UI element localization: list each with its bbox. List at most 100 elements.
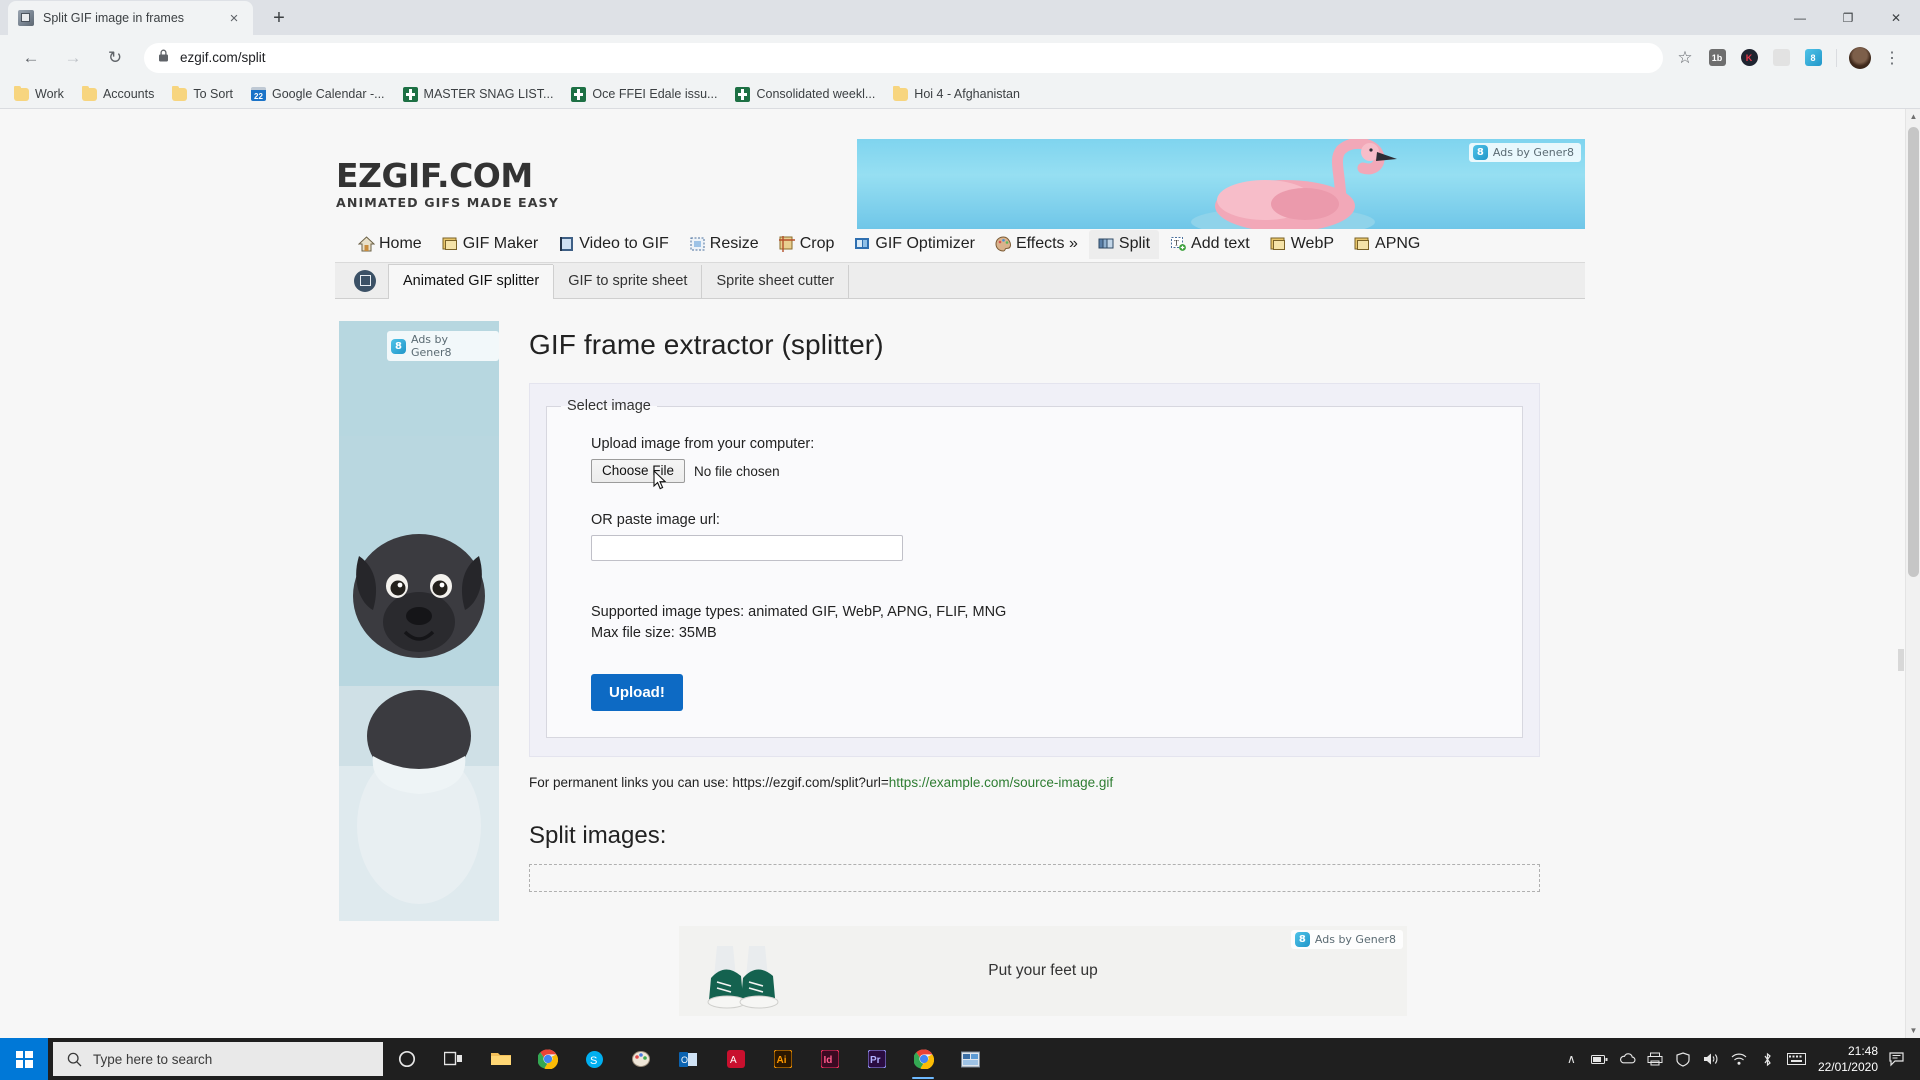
nav-label: GIF Optimizer bbox=[875, 235, 975, 253]
sidebar-ad[interactable]: 8 Ads by Gener8 bbox=[339, 321, 499, 921]
chrome-menu-icon[interactable]: ⋮ bbox=[1878, 44, 1906, 72]
nav-item-split[interactable]: Split bbox=[1089, 230, 1159, 259]
ads-badge-label: Ads by Gener8 bbox=[1315, 933, 1396, 946]
scroll-down-icon[interactable]: ▼ bbox=[1906, 1023, 1920, 1038]
forward-icon[interactable]: → bbox=[58, 43, 88, 73]
back-icon[interactable]: ← bbox=[16, 43, 46, 73]
start-button[interactable] bbox=[0, 1038, 48, 1080]
taskbar-search[interactable]: Type here to search bbox=[53, 1042, 383, 1076]
split-images-dropzone[interactable] bbox=[529, 864, 1540, 892]
ads-badge-bottom[interactable]: 8 Ads by Gener8 bbox=[1291, 930, 1403, 949]
ezgif-logo[interactable]: EZGIF.COM ANIMATED GIFS MADE EASY bbox=[336, 159, 559, 210]
reload-icon[interactable]: ↻ bbox=[100, 43, 130, 73]
extension-gener8-icon[interactable]: 8 bbox=[1799, 44, 1827, 72]
address-bar[interactable]: ezgif.com/split bbox=[144, 43, 1663, 73]
illustrator-icon[interactable]: Ai bbox=[759, 1038, 806, 1080]
bottom-ad[interactable]: Put your feet up 8 Ads by Gener8 bbox=[679, 926, 1407, 1016]
browser-toolbar: ← → ↻ ezgif.com/split ☆ 1b K 8 ⋮ bbox=[0, 35, 1920, 80]
taskbar-clock[interactable]: 21:48 22/01/2020 bbox=[1818, 1043, 1878, 1075]
folder-icon bbox=[893, 88, 908, 101]
keyboard-icon[interactable] bbox=[1787, 1051, 1807, 1068]
avatar[interactable] bbox=[1846, 44, 1874, 72]
nav-item-gif-maker[interactable]: GIF Maker bbox=[433, 230, 548, 259]
logo-wordmark: EZGIF.COM bbox=[336, 159, 559, 192]
bookmark-oce-ffei-edale[interactable]: Oce FFEI Edale issu... bbox=[563, 84, 725, 105]
subtab-sprite-sheet-cutter[interactable]: Sprite sheet cutter bbox=[701, 265, 849, 298]
cortana-icon[interactable] bbox=[383, 1038, 430, 1080]
new-tab-button[interactable]: + bbox=[265, 4, 293, 32]
nav-label: GIF Maker bbox=[463, 235, 539, 253]
nav-item-webp[interactable]: WebP bbox=[1261, 230, 1343, 259]
nav-item-resize[interactable]: Resize bbox=[680, 230, 768, 259]
window-close-button[interactable]: ✕ bbox=[1872, 0, 1920, 35]
premiere-icon[interactable]: Pr bbox=[853, 1038, 900, 1080]
file-input-row[interactable]: Choose File No file chosen bbox=[591, 459, 1478, 483]
acrobat-icon[interactable]: A bbox=[712, 1038, 759, 1080]
bookmark-to-sort[interactable]: To Sort bbox=[164, 84, 241, 104]
image-url-input[interactable] bbox=[591, 535, 903, 561]
bookmark-google-calendar[interactable]: 22 Google Calendar -... bbox=[243, 84, 393, 104]
app-icon[interactable] bbox=[947, 1038, 994, 1080]
browser-tab[interactable]: Split GIF image in frames × bbox=[8, 1, 253, 35]
nav-item-crop[interactable]: Crop bbox=[770, 230, 844, 259]
scroll-up-icon[interactable]: ▲ bbox=[1906, 109, 1920, 124]
bookmark-label: MASTER SNAG LIST... bbox=[424, 87, 554, 101]
battery-icon[interactable] bbox=[1591, 1051, 1608, 1068]
extension-k-badge: K bbox=[1741, 49, 1758, 66]
printer-icon[interactable] bbox=[1647, 1051, 1664, 1068]
network-icon[interactable] bbox=[1731, 1051, 1748, 1068]
volume-icon[interactable] bbox=[1703, 1051, 1720, 1068]
bookmark-accounts[interactable]: Accounts bbox=[74, 84, 162, 104]
nav-item-apng[interactable]: APNG bbox=[1345, 230, 1429, 259]
minimize-button[interactable]: — bbox=[1776, 0, 1824, 35]
chrome-active-icon[interactable] bbox=[900, 1038, 947, 1080]
permanent-links-example-url[interactable]: https://example.com/source-image.gif bbox=[889, 775, 1113, 790]
page-scrollbar[interactable]: ▲ ▼ bbox=[1905, 109, 1920, 1038]
bluetooth-icon[interactable] bbox=[1759, 1051, 1776, 1068]
upload-button[interactable]: Upload! bbox=[591, 674, 683, 711]
close-icon[interactable]: × bbox=[225, 9, 243, 27]
paint-icon[interactable] bbox=[618, 1038, 665, 1080]
extension-ghost-badge bbox=[1773, 49, 1790, 66]
maximize-button[interactable]: ❐ bbox=[1824, 0, 1872, 35]
folder-icon bbox=[172, 88, 187, 101]
site-container: EZGIF.COM ANIMATED GIFS MADE EASY bbox=[335, 109, 1585, 1016]
skype-icon[interactable]: S bbox=[571, 1038, 618, 1080]
nav-item-video-to-gif[interactable]: Video to GIF bbox=[549, 230, 678, 259]
choose-file-button[interactable]: Choose File bbox=[591, 459, 685, 483]
bookmark-master-snag-list[interactable]: MASTER SNAG LIST... bbox=[395, 84, 562, 105]
nav-item-home[interactable]: Home bbox=[349, 230, 431, 259]
outlook-icon[interactable]: O bbox=[665, 1038, 712, 1080]
extension-ghost-icon[interactable] bbox=[1767, 44, 1795, 72]
shield-icon[interactable] bbox=[1675, 1051, 1692, 1068]
chrome-icon[interactable] bbox=[524, 1038, 571, 1080]
bookmark-label: To Sort bbox=[193, 87, 233, 101]
nav-label: WebP bbox=[1291, 235, 1334, 253]
bookmark-hoi4-afghanistan[interactable]: Hoi 4 - Afghanistan bbox=[885, 84, 1028, 104]
resize-handle[interactable] bbox=[1898, 649, 1904, 671]
scrollbar-thumb[interactable] bbox=[1908, 127, 1919, 577]
ads-badge-label: Ads by Gener8 bbox=[411, 333, 492, 359]
nav-item-gif-optimizer[interactable]: GIF Optimizer bbox=[845, 230, 984, 259]
bookmark-consolidated-weekly[interactable]: Consolidated weekl... bbox=[727, 84, 883, 105]
extension-k-icon[interactable]: K bbox=[1735, 44, 1763, 72]
nav-item-add-text[interactable]: T Add text bbox=[1161, 230, 1259, 259]
system-tray: ∧ 21:48 22/01/2020 bbox=[1563, 1043, 1920, 1075]
subtab-gif-to-sprite-sheet[interactable]: GIF to sprite sheet bbox=[553, 265, 701, 298]
onedrive-icon[interactable] bbox=[1619, 1051, 1636, 1068]
task-view-icon[interactable] bbox=[430, 1038, 477, 1080]
show-hidden-icons[interactable]: ∧ bbox=[1563, 1051, 1580, 1068]
top-banner-ad[interactable]: 8 Ads by Gener8 bbox=[857, 139, 1585, 229]
bookmark-work[interactable]: Work bbox=[6, 84, 72, 104]
ads-badge-top[interactable]: 8 Ads by Gener8 bbox=[1469, 143, 1581, 162]
ads-badge-sidebar[interactable]: 8 Ads by Gener8 bbox=[387, 331, 499, 361]
bookmark-star-icon[interactable]: ☆ bbox=[1671, 44, 1699, 72]
supported-types-text: Supported image types: animated GIF, Web… bbox=[591, 602, 1478, 623]
extension-1b-icon[interactable]: 1b bbox=[1703, 44, 1731, 72]
action-center-icon[interactable] bbox=[1889, 1051, 1906, 1068]
subtab-animated-gif-splitter[interactable]: Animated GIF splitter bbox=[388, 264, 553, 299]
file-explorer-icon[interactable] bbox=[477, 1038, 524, 1080]
nav-item-effects[interactable]: Effects » bbox=[986, 230, 1087, 259]
gener8-icon: 8 bbox=[391, 339, 406, 354]
indesign-icon[interactable]: Id bbox=[806, 1038, 853, 1080]
